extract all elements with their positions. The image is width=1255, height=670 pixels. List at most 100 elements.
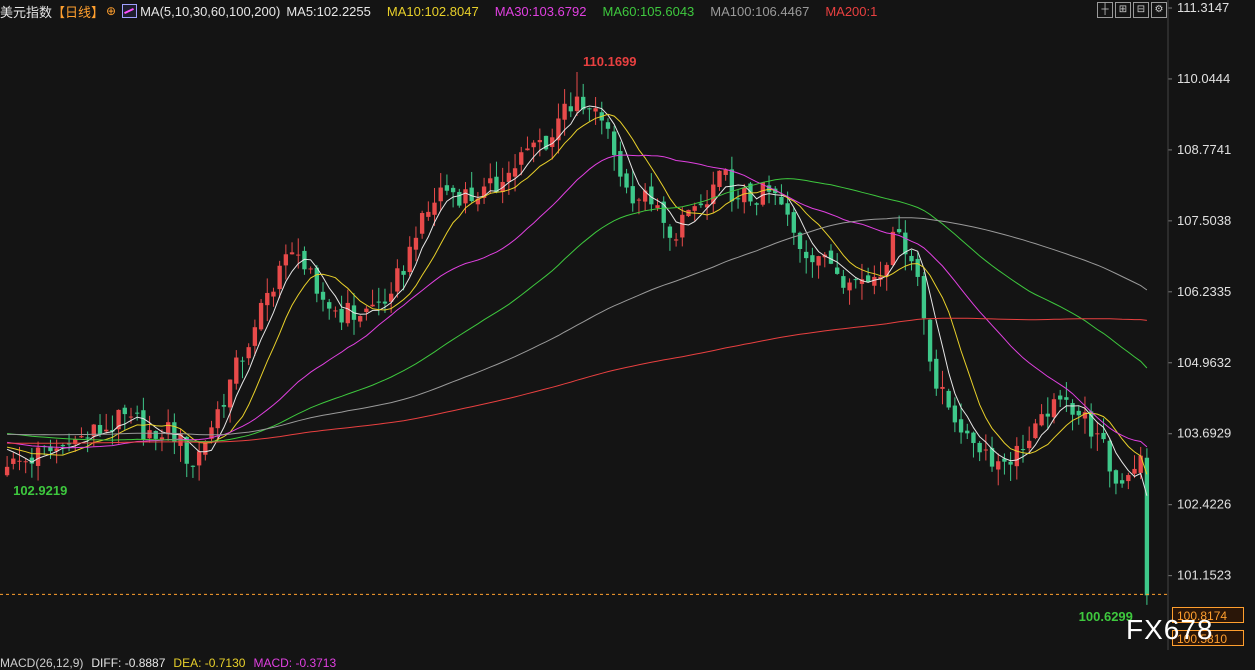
- candle-body: [958, 419, 964, 433]
- candle: [816, 255, 821, 279]
- candle-body: [791, 212, 796, 233]
- candle: [1008, 451, 1013, 481]
- candle-body: [853, 279, 858, 281]
- candle-body: [122, 407, 127, 415]
- candle-body: [921, 276, 927, 319]
- candle: [29, 448, 35, 478]
- candle-body: [407, 246, 412, 273]
- candle: [909, 249, 914, 271]
- candle: [847, 278, 852, 305]
- candle-body: [1119, 480, 1125, 484]
- candle: [1126, 472, 1131, 490]
- y-tick-label: 104.9632: [1177, 355, 1231, 370]
- annotations-layer: 110.1699 102.9219 100.6299: [13, 54, 1133, 624]
- candle-body: [463, 189, 468, 204]
- candle: [599, 101, 604, 135]
- y-tick-label: 103.6929: [1177, 426, 1231, 441]
- candle: [649, 173, 654, 212]
- candle-body: [971, 432, 976, 444]
- ma-line-ma60: [7, 178, 1148, 443]
- candle: [754, 202, 759, 216]
- candle-body: [271, 291, 276, 297]
- candle-body: [364, 308, 369, 313]
- candle-body: [190, 465, 196, 467]
- candle-body: [890, 231, 896, 266]
- candle-body: [488, 178, 493, 184]
- y-tick-label: 101.1523: [1177, 568, 1231, 583]
- ma-value-3: MA60:105.6043: [602, 3, 695, 19]
- candle-body: [277, 265, 282, 290]
- candle-body: [1126, 475, 1131, 482]
- candle-body: [835, 267, 840, 274]
- settings-icon[interactable]: ⚙: [1151, 2, 1167, 18]
- candle-body: [1039, 414, 1044, 426]
- candle-body: [426, 211, 431, 217]
- symbol-name[interactable]: 美元指数: [0, 2, 52, 21]
- candle: [568, 92, 573, 118]
- candle-body: [537, 140, 543, 143]
- price-axis: 111.3147 110.0444 108.7741 107.5038 106.2335…: [0, 0, 1231, 650]
- y-tick-label: 111.3147: [1177, 0, 1229, 15]
- candle-body: [865, 275, 871, 282]
- crosshair-icon[interactable]: ┼: [1097, 2, 1113, 18]
- candle-body: [735, 198, 741, 200]
- candle: [488, 163, 493, 194]
- candle-body: [165, 422, 171, 435]
- candle: [413, 226, 419, 262]
- y-tick-label: 107.5038: [1177, 213, 1231, 228]
- candle: [265, 278, 270, 322]
- zoom-in-icon[interactable]: ⊞: [1115, 2, 1131, 18]
- period-selector[interactable]: 【日线】: [52, 2, 104, 21]
- candle: [996, 453, 1001, 486]
- candle-body: [345, 302, 350, 324]
- candle: [66, 433, 72, 452]
- candle: [358, 315, 363, 328]
- ma-indicator-label[interactable]: MA(5,10,30,60,100,200): [140, 4, 280, 19]
- candle: [791, 207, 796, 245]
- candle: [921, 272, 927, 335]
- candle-body: [135, 412, 140, 414]
- candle-body: [203, 442, 208, 455]
- candle-body: [630, 186, 635, 204]
- candle-body: [327, 302, 332, 309]
- candle-body: [401, 270, 406, 275]
- ma-line-ma5: [6, 105, 1148, 496]
- zoom-out-icon[interactable]: ⊟: [1133, 2, 1149, 18]
- candle-body: [97, 424, 103, 435]
- candle-body: [246, 347, 251, 359]
- candle-body: [940, 386, 945, 389]
- candle-body: [804, 251, 809, 259]
- candle-body: [692, 206, 697, 211]
- candle-body: [296, 254, 301, 256]
- candle: [927, 318, 933, 372]
- candle-body: [227, 379, 233, 408]
- candle: [611, 125, 617, 171]
- ma-chart-icon[interactable]: [122, 4, 138, 18]
- add-indicator-icon[interactable]: ⊕: [106, 4, 116, 18]
- candle-body: [729, 169, 735, 202]
- candle-body: [35, 447, 41, 466]
- macd-indicator-row: MACD(26,12,9) DIFF: -0.8887 DEA: -0.7130 MA…: [0, 656, 336, 670]
- candle: [667, 224, 673, 251]
- candle-body: [711, 184, 716, 205]
- candle: [500, 167, 505, 204]
- candle-body: [1076, 410, 1081, 416]
- candle-body: [283, 254, 289, 266]
- candle-body: [655, 205, 660, 208]
- candle-body: [828, 250, 834, 264]
- candle-body: [779, 196, 784, 205]
- candle: [574, 71, 580, 116]
- candle: [147, 415, 152, 443]
- candle-body: [17, 460, 22, 462]
- candle-body: [574, 96, 580, 112]
- candle: [810, 247, 815, 278]
- candle-body: [1008, 461, 1013, 465]
- candlestick-chart[interactable]: 111.3147 110.0444 108.7741 107.5038 106.2335…: [0, 0, 1255, 667]
- candle-body: [79, 436, 84, 438]
- y-tick-label: 102.4226: [1177, 497, 1231, 512]
- candle-body: [1020, 449, 1026, 451]
- chart-header: 美元指数 【日线】 ⊕ MA(5,10,30,60,100,200) MA5:1…: [0, 0, 1170, 22]
- candle-body: [258, 302, 264, 330]
- candle: [525, 136, 530, 151]
- candle-body: [308, 268, 313, 270]
